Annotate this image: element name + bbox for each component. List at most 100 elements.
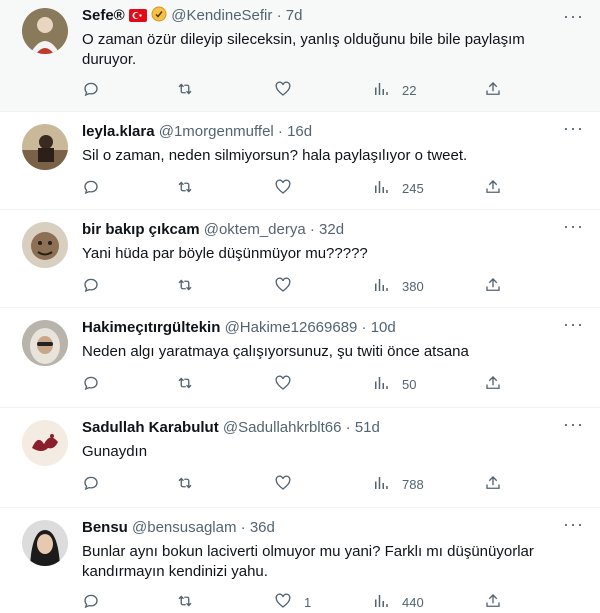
author-handle[interactable]: @KendineSefir	[171, 7, 272, 24]
reply-button[interactable]	[82, 592, 112, 612]
more-icon[interactable]: ···	[563, 6, 584, 27]
tweet-age[interactable]: 32d	[319, 221, 344, 238]
views-button[interactable]: 245	[372, 178, 424, 198]
more-icon[interactable]: ···	[563, 216, 584, 237]
reply-icon	[82, 178, 100, 199]
like-icon	[274, 374, 292, 395]
tweet-text-line: Bunlar aynı bokun laciverti olmuyor mu y…	[82, 543, 534, 560]
author-handle[interactable]: @1morgenmuffel	[159, 123, 274, 140]
views-icon	[372, 474, 390, 495]
author-handle[interactable]: @Hakime12669689	[225, 319, 358, 336]
author-name[interactable]: Sadullah Karabulut	[82, 419, 219, 436]
share-icon	[484, 178, 502, 199]
author-name[interactable]: Bensu	[82, 519, 128, 536]
avatar[interactable]	[22, 420, 68, 466]
reply-icon	[82, 374, 100, 395]
more-icon[interactable]: ···	[563, 514, 584, 535]
avatar[interactable]	[22, 8, 68, 54]
avatar[interactable]	[22, 124, 68, 170]
reply-icon	[82, 592, 100, 613]
like-button[interactable]	[274, 178, 304, 198]
reply-button[interactable]	[82, 374, 112, 394]
views-button[interactable]: 380	[372, 276, 424, 296]
tweet-text: Bunlar aynı bokun laciverti olmuyor mu y…	[82, 542, 542, 582]
share-icon	[484, 276, 502, 297]
views-button[interactable]: 50	[372, 374, 416, 394]
retweet-button[interactable]	[176, 178, 206, 198]
tweet-age[interactable]: 10d	[371, 319, 396, 336]
avatar[interactable]	[22, 320, 68, 366]
tweet-header: Sefe® @KendineSefir · 7d	[82, 6, 302, 28]
retweet-button[interactable]	[176, 80, 206, 100]
retweet-icon	[176, 276, 194, 297]
tweet-item[interactable]: Sadullah Karabulut @Sadullahkrblt66 · 51…	[0, 408, 600, 508]
share-button[interactable]	[484, 178, 502, 198]
views-icon	[372, 374, 390, 395]
like-button[interactable]	[274, 276, 304, 296]
tweet-actions: 50	[82, 374, 512, 394]
verified-badge-icon	[151, 6, 167, 28]
tweet-header: Bensu @bensusaglam · 36d	[82, 518, 275, 538]
retweet-button[interactable]	[176, 276, 206, 296]
tweet-text-line: O zaman özür dileyip sileceksin, yanlış …	[82, 31, 525, 48]
views-icon	[372, 178, 390, 199]
views-button[interactable]: 22	[372, 80, 416, 100]
more-icon[interactable]: ···	[563, 118, 584, 139]
more-icon[interactable]: ···	[563, 314, 584, 335]
retweet-icon	[176, 474, 194, 495]
author-name[interactable]: Hakimeçıtırgültekin	[82, 319, 220, 336]
reply-button[interactable]	[82, 474, 112, 494]
separator: ·	[309, 221, 315, 238]
views-button[interactable]: 788	[372, 474, 424, 494]
tweet-age[interactable]: 7d	[286, 7, 303, 24]
author-handle[interactable]: @Sadullahkrblt66	[223, 419, 342, 436]
turkey-flag-icon	[128, 8, 147, 28]
retweet-button[interactable]	[176, 592, 206, 612]
tweet-item[interactable]: Sefe® @KendineSefir · 7d ··· O zaman özü…	[0, 0, 600, 112]
tweet-text-line: Sil o zaman, neden silmiyorsun? hala pay…	[82, 147, 468, 164]
tweet-header: bir bakıp çıkcam @oktem_derya · 32d	[82, 220, 344, 240]
like-icon	[274, 178, 292, 199]
retweet-icon	[176, 80, 194, 101]
tweet-item[interactable]: Bensu @bensusaglam · 36d ··· Bunlar aynı…	[0, 508, 600, 610]
like-button[interactable]: 1	[274, 592, 311, 612]
like-count: 1	[304, 594, 312, 610]
tweet-actions: 1 440	[82, 592, 512, 612]
author-name[interactable]: bir bakıp çıkcam	[82, 221, 200, 238]
like-button[interactable]	[274, 80, 304, 100]
tweet-age[interactable]: 51d	[355, 419, 380, 436]
tweet-text-line: Neden algı yaratmaya çalışıyorsunuz, şu …	[82, 343, 469, 360]
share-button[interactable]	[484, 80, 502, 100]
tweet-age[interactable]: 16d	[287, 123, 312, 140]
like-button[interactable]	[274, 374, 304, 394]
share-button[interactable]	[484, 374, 502, 394]
separator: ·	[276, 7, 282, 24]
tweet-text-line: duruyor.	[82, 51, 137, 68]
avatar[interactable]	[22, 520, 68, 566]
tweet-item[interactable]: Hakimeçıtırgültekin @Hakime12669689 · 10…	[0, 308, 600, 408]
share-icon	[484, 80, 502, 101]
reply-button[interactable]	[82, 276, 112, 296]
like-button[interactable]	[274, 474, 304, 494]
tweet-item[interactable]: bir bakıp çıkcam @oktem_derya · 32d ··· …	[0, 210, 600, 308]
reply-button[interactable]	[82, 80, 112, 100]
author-handle[interactable]: @oktem_derya	[204, 221, 306, 238]
avatar[interactable]	[22, 222, 68, 268]
tweet-age[interactable]: 36d	[250, 519, 275, 536]
more-icon[interactable]: ···	[563, 414, 584, 435]
share-button[interactable]	[484, 474, 502, 494]
author-handle[interactable]: @bensusaglam	[132, 519, 236, 536]
separator: ·	[361, 319, 367, 336]
retweet-button[interactable]	[176, 474, 206, 494]
tweet-actions: 380	[82, 276, 512, 296]
views-icon	[372, 80, 390, 101]
share-button[interactable]	[484, 592, 502, 612]
author-name[interactable]: Sefe®	[82, 7, 125, 24]
views-button[interactable]: 440	[372, 592, 424, 612]
author-name[interactable]: leyla.klara	[82, 123, 155, 140]
share-button[interactable]	[484, 276, 502, 296]
tweet-item[interactable]: leyla.klara @1morgenmuffel · 16d ··· Sil…	[0, 112, 600, 210]
retweet-button[interactable]	[176, 374, 206, 394]
reply-button[interactable]	[82, 178, 112, 198]
views-icon	[372, 276, 390, 297]
